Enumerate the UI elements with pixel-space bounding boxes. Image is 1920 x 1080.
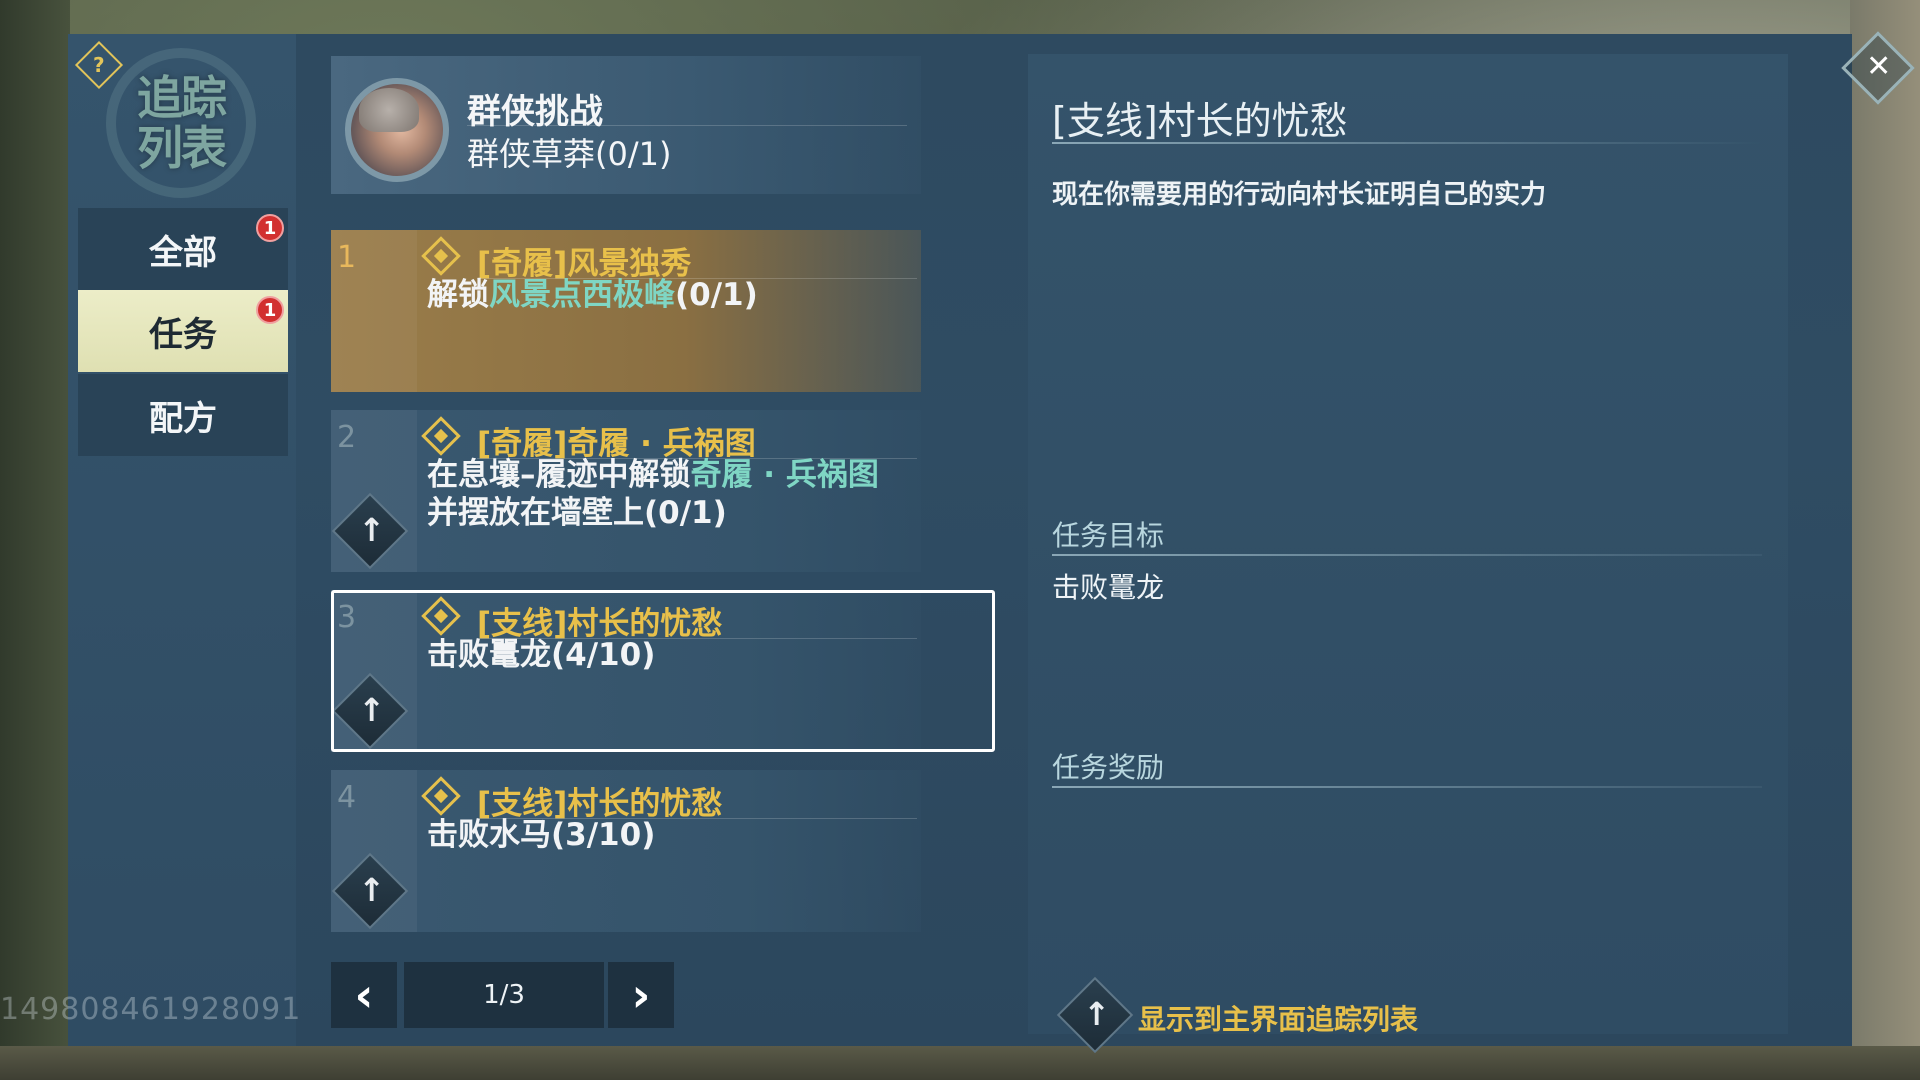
help-icon[interactable]: ? (74, 40, 124, 90)
player-uid: 149808461928091 (0, 992, 302, 1027)
challenge-progress: 群侠草莽(0/1) (467, 135, 672, 173)
desc-text: (0/1) (675, 277, 758, 313)
tab-recipes[interactable]: 配方 (78, 374, 288, 456)
tab-all-label: 全部 (149, 232, 217, 273)
quest-number: 1 (337, 240, 357, 275)
tab-quests-label: 任务 (149, 314, 217, 355)
tab-recipes-label: 配方 (149, 398, 217, 439)
quest-item-4[interactable]: 4 [支线]村长的忧愁 击败水马(3/10) (331, 770, 921, 932)
notification-badge: 1 (256, 296, 284, 324)
quest-item-3[interactable]: 3 [支线]村长的忧愁 击败鼍龙(4/10) (331, 590, 921, 752)
quest-item-1[interactable]: 1 [奇履]风景独秀 解锁风景点西极峰(0/1) (331, 230, 921, 392)
desc-text: 解锁 (427, 277, 489, 313)
objective-label: 任务目标 (1052, 519, 1165, 552)
reward-label: 任务奖励 (1052, 751, 1165, 784)
quest-detail-panel: [支线]村长的忧愁 现在你需要用的行动向村长证明自己的实力 任务目标 击败鼍龙 … (1028, 54, 1788, 1054)
quest-description: 击败鼍龙(4/10) (427, 636, 907, 674)
quest-number: 4 (337, 780, 357, 815)
background-bottom (0, 1046, 1920, 1080)
desc-text: 在息壤–履迹中解锁 (427, 457, 691, 493)
hero-portrait (345, 78, 449, 182)
quest-description: 在息壤–履迹中解锁奇履 · 兵祸图 并摆放在墙壁上(0/1) (427, 456, 907, 532)
detail-description: 现在你需要用的行动向村长证明自己的实力 (1052, 180, 1547, 210)
chevron-right-icon: › (631, 968, 651, 1022)
desc-highlight: 风景点西极峰 (489, 277, 675, 313)
desc-text: 并摆放在墙壁上(0/1) (427, 495, 727, 531)
tab-all[interactable]: 全部 1 (78, 208, 288, 290)
quest-tag-icon (421, 596, 461, 636)
quest-tag-icon (421, 416, 461, 456)
chevron-left-icon: ‹ (354, 968, 374, 1022)
divider (1052, 142, 1762, 144)
quest-tag-icon (421, 236, 461, 276)
desc-text: 击败水马(3/10) (427, 817, 656, 853)
challenge-card[interactable]: 群侠挑战 群侠草莽(0/1) (331, 56, 921, 194)
quest-tag-icon (421, 776, 461, 816)
quest-number: 2 (337, 420, 357, 455)
background-right (1850, 0, 1920, 1080)
emblem: 追踪列表 (106, 48, 256, 198)
divider (1052, 554, 1762, 556)
track-to-main-button[interactable]: 显示到主界面追踪列表 (1138, 998, 1418, 1038)
divider (467, 125, 907, 126)
objective-text: 击败鼍龙 (1052, 571, 1165, 604)
desc-text: 击败鼍龙(4/10) (427, 637, 656, 673)
next-page-button[interactable]: › (608, 962, 674, 1028)
track-icon[interactable] (1056, 976, 1134, 1054)
quest-description: 解锁风景点西极峰(0/1) (427, 276, 907, 314)
tab-quests[interactable]: 任务 1 (78, 290, 288, 372)
quest-number: 3 (337, 600, 357, 635)
prev-page-button[interactable]: ‹ (331, 962, 397, 1028)
divider (1052, 786, 1762, 788)
notification-badge: 1 (256, 214, 284, 242)
quest-description: 击败水马(3/10) (427, 816, 907, 854)
sidebar: ? 追踪列表 全部 1 任务 1 配方 (68, 34, 296, 1046)
desc-highlight: 奇履 · 兵祸图 (690, 457, 879, 493)
page-indicator: 1/3 (404, 962, 604, 1028)
emblem-title: 追踪列表 (137, 71, 227, 175)
detail-title: [支线]村长的忧愁 (1052, 99, 1348, 143)
tracking-panel: ? 追踪列表 全部 1 任务 1 配方 群侠挑战 群侠草莽(0/1) 1 [奇履… (68, 31, 1915, 1054)
quest-item-2[interactable]: 2 [奇履]奇履 · 兵祸图 在息壤–履迹中解锁奇履 · 兵祸图 并摆放在墙壁上(… (331, 410, 921, 572)
background-left (0, 0, 70, 1080)
